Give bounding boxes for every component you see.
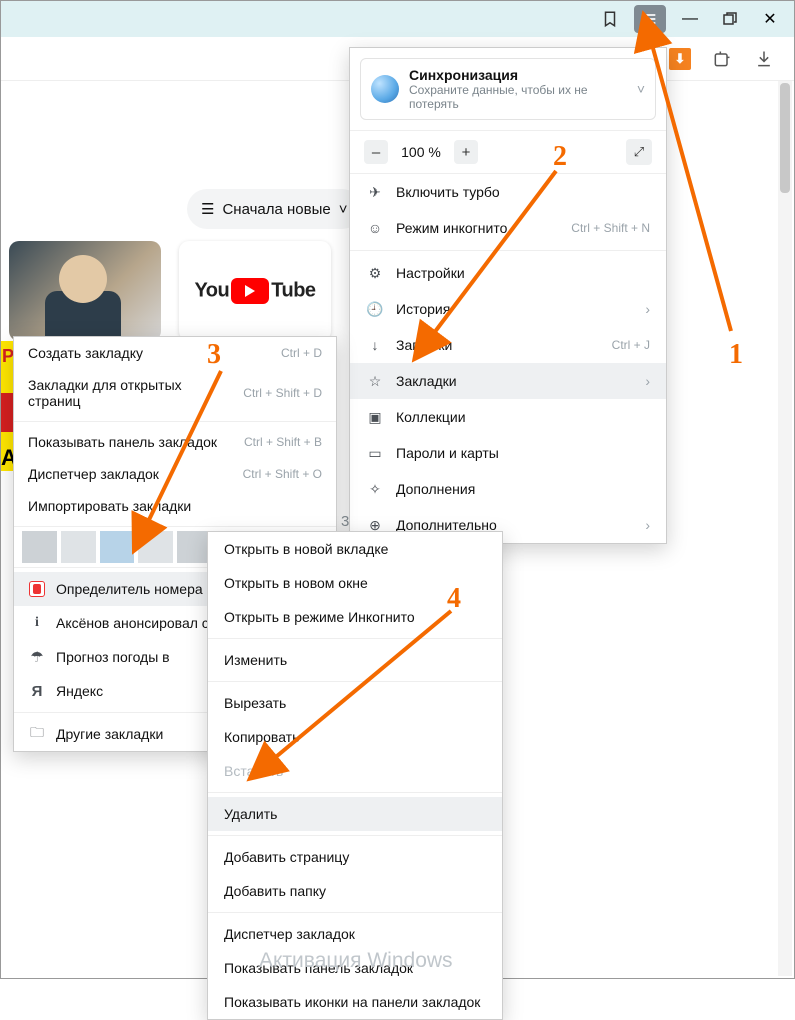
incognito-icon: ☺ bbox=[366, 219, 384, 237]
speed-dial-card-photo[interactable] bbox=[9, 241, 161, 341]
bm-show-bar[interactable]: Показывать панель закладокCtrl + Shift +… bbox=[14, 426, 336, 458]
zoom-out-button[interactable]: – bbox=[364, 140, 388, 164]
ctx-bm-manager[interactable]: Диспетчер закладок bbox=[208, 917, 502, 951]
speed-dial-card-youtube[interactable]: You Tube bbox=[179, 241, 331, 341]
maximize-button[interactable] bbox=[714, 5, 746, 33]
chevron-right-icon: › bbox=[645, 373, 650, 389]
sync-title: Синхронизация bbox=[409, 67, 627, 83]
hamburger-menu-button[interactable] bbox=[634, 5, 666, 33]
bm-import[interactable]: Импортировать закладки bbox=[14, 490, 336, 522]
annotation-1: 1 bbox=[729, 341, 743, 369]
zoom-value: 100 % bbox=[398, 144, 444, 160]
sort-icon: ☰ bbox=[201, 200, 214, 218]
collections-icon: ▣ bbox=[366, 408, 384, 426]
ctx-add-folder[interactable]: Добавить папку bbox=[208, 874, 502, 908]
chevron-down-icon: ˅ bbox=[339, 201, 348, 218]
menu-settings[interactable]: ⚙Настройки bbox=[350, 255, 666, 291]
minimize-button[interactable]: — bbox=[674, 5, 706, 33]
favicon-i-icon: i bbox=[28, 614, 46, 632]
extension-orange-icon[interactable]: ⬇ bbox=[666, 45, 694, 73]
sort-chip[interactable]: ☰ Сначала новые ˅ bbox=[187, 189, 362, 229]
main-menu-dropdown: Синхронизация Сохраните данные, чтобы их… bbox=[349, 47, 667, 544]
favicon-red-icon bbox=[28, 580, 46, 598]
card-icon: ▭ bbox=[366, 444, 384, 462]
chevron-down-icon: ˅ bbox=[637, 81, 645, 97]
page-scrollbar[interactable] bbox=[778, 81, 792, 976]
downloads-icon[interactable] bbox=[750, 45, 778, 73]
zoom-controls: – 100 % + ⤢ bbox=[350, 130, 666, 174]
bookmark-icon[interactable] bbox=[594, 5, 626, 33]
sync-banner[interactable]: Синхронизация Сохраните данные, чтобы их… bbox=[360, 58, 656, 120]
chevron-right-icon: › bbox=[645, 517, 650, 533]
ctx-copy[interactable]: Копировать bbox=[208, 720, 502, 754]
menu-addons[interactable]: ✧Дополнения bbox=[350, 471, 666, 507]
favicon-umbrella-icon: ☂ bbox=[28, 648, 46, 666]
menu-downloads[interactable]: ↓ЗагрузкиCtrl + J bbox=[350, 327, 666, 363]
annotation-4: 4 bbox=[447, 585, 461, 613]
windows-activation-watermark: Активация Windows bbox=[259, 949, 453, 973]
extensions-icon[interactable] bbox=[708, 45, 736, 73]
youtube-text-pre: You bbox=[194, 279, 229, 301]
annotation-2: 2 bbox=[553, 143, 567, 171]
zoom-in-button[interactable]: + bbox=[454, 140, 478, 164]
menu-history[interactable]: 🕘История› bbox=[350, 291, 666, 327]
menu-turbo[interactable]: ✈Включить турбо bbox=[350, 174, 666, 210]
gear-icon: ⚙ bbox=[366, 264, 384, 282]
globe-icon bbox=[371, 75, 399, 103]
bm-manager[interactable]: Диспетчер закладокCtrl + Shift + O bbox=[14, 458, 336, 490]
youtube-play-icon bbox=[231, 278, 269, 304]
ctx-add-page[interactable]: Добавить страницу bbox=[208, 840, 502, 874]
folder-icon: 🗀 bbox=[28, 725, 46, 743]
ctx-edit[interactable]: Изменить bbox=[208, 643, 502, 677]
star-icon: ☆ bbox=[366, 372, 384, 390]
sort-label: Сначала новые bbox=[222, 201, 330, 218]
ctx-delete[interactable]: Удалить bbox=[208, 797, 502, 831]
download-icon: ↓ bbox=[366, 336, 384, 354]
ctx-open-tab[interactable]: Открыть в новой вкладке bbox=[208, 532, 502, 566]
clock-icon: 🕘 bbox=[366, 300, 384, 318]
ctx-paste: Вставить bbox=[208, 754, 502, 788]
ctx-show-icons[interactable]: Показывать иконки на панели закладок bbox=[208, 985, 502, 1019]
youtube-text-post: Tube bbox=[271, 279, 315, 301]
close-button[interactable]: ✕ bbox=[754, 5, 786, 33]
annotation-3: 3 bbox=[207, 341, 221, 369]
fullscreen-button[interactable]: ⤢ bbox=[626, 139, 652, 165]
sync-subtitle: Сохраните данные, чтобы их не потерять bbox=[409, 83, 627, 111]
chevron-right-icon: › bbox=[645, 301, 650, 317]
puzzle-icon: ✧ bbox=[366, 480, 384, 498]
window-titlebar: — ✕ bbox=[1, 1, 794, 37]
bm-open-tabs[interactable]: Закладки для открытых страницCtrl + Shif… bbox=[14, 369, 336, 417]
rocket-icon: ✈ bbox=[366, 183, 384, 201]
menu-passwords[interactable]: ▭Пароли и карты bbox=[350, 435, 666, 471]
bm-create[interactable]: Создать закладкуCtrl + D bbox=[14, 337, 336, 369]
favicon-yandex-icon: Я bbox=[28, 682, 46, 700]
menu-bookmarks[interactable]: ☆Закладки› bbox=[350, 363, 666, 399]
ctx-cut[interactable]: Вырезать bbox=[208, 686, 502, 720]
menu-incognito[interactable]: ☺Режим инкогнитоCtrl + Shift + N bbox=[350, 210, 666, 246]
menu-collections[interactable]: ▣Коллекции bbox=[350, 399, 666, 435]
